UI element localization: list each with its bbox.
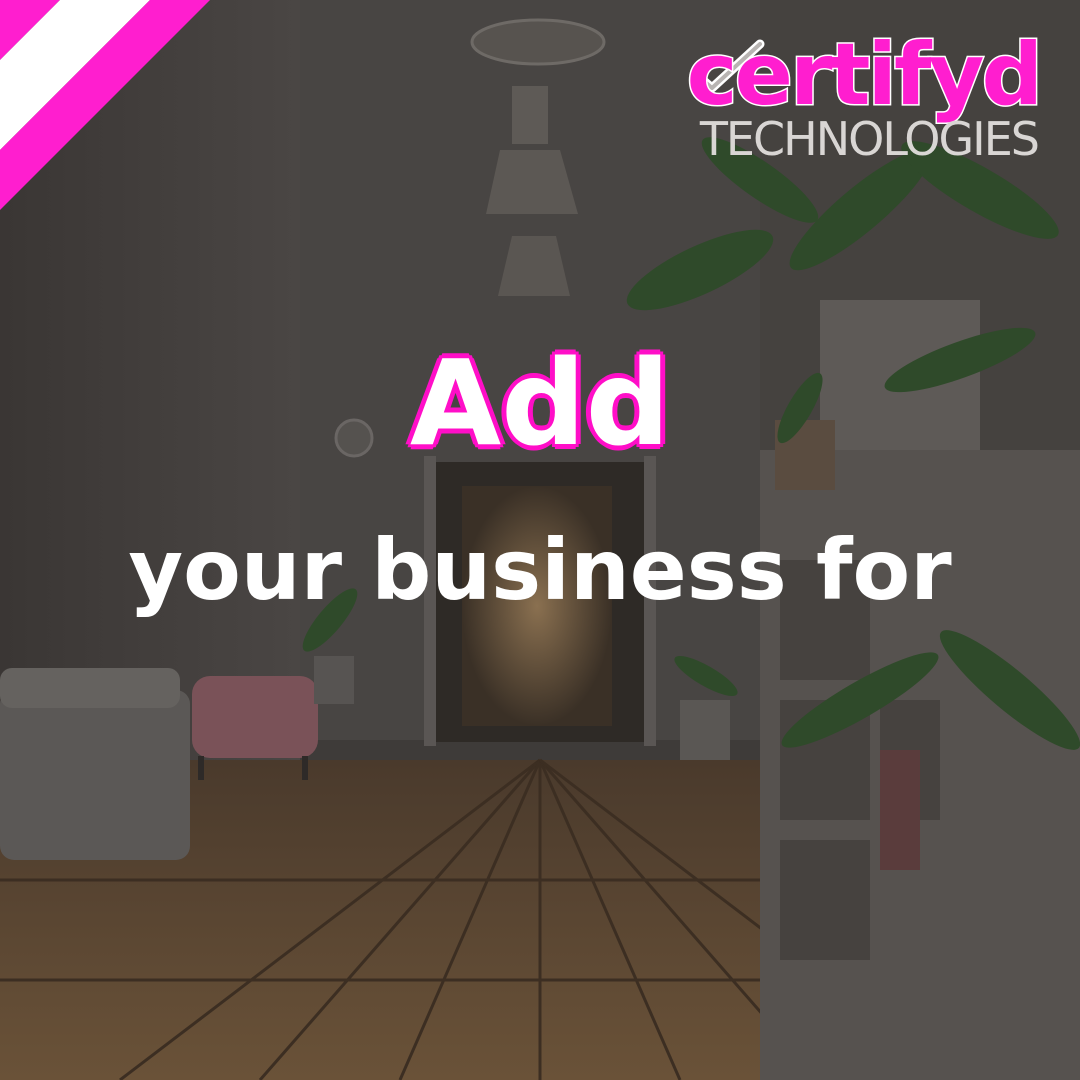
logo-brand-text: certifyd [685, 25, 1044, 125]
advert-canvas: certifyd TECHNOLOGIES Add your business … [0, 0, 1080, 1080]
headline-sub: your business for [128, 521, 952, 619]
headline-main: Add [409, 334, 671, 472]
corner-ribbon [0, 0, 210, 210]
logo-tagline: TECHNOLOGIES [699, 112, 1040, 166]
certifyd-logo: certifyd TECHNOLOGIES [685, 25, 1044, 166]
